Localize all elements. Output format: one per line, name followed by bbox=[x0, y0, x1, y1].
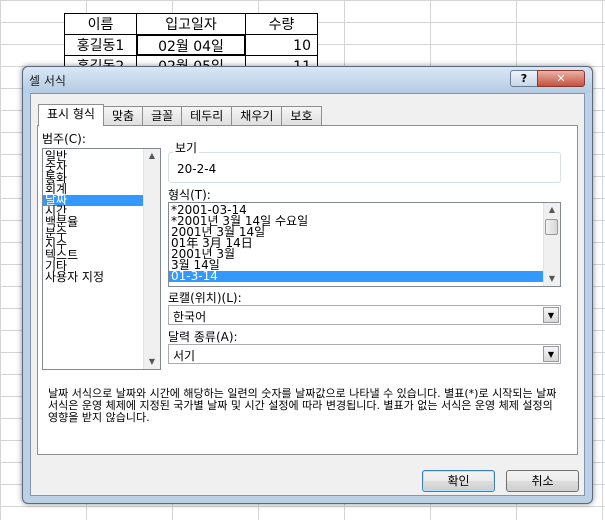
format-cells-dialog: 셀 서식 ? ✕ 표시 형식 맞춤 글꼴 테두리 채우기 보호 범주(C): 일… bbox=[22, 66, 593, 504]
number-format-page: 범주(C): 일반 숫자 통화 회계 날짜 시간 백분율 분수 지수 텍스트 기… bbox=[37, 125, 578, 455]
cell-date-1[interactable]: 02월 04일 bbox=[136, 34, 246, 56]
type-item-selected[interactable]: 01-3-14 bbox=[169, 270, 560, 282]
scroll-up-arrow-icon[interactable]: ▲ bbox=[544, 203, 560, 217]
dialog-title: 셀 서식 bbox=[29, 74, 66, 88]
sample-groupbox: 보기 20-2-4 bbox=[168, 139, 561, 183]
scroll-down-arrow-icon[interactable]: ▼ bbox=[544, 272, 560, 286]
type-item[interactable]: 2001년 3월 bbox=[169, 248, 560, 260]
tab-number-format[interactable]: 표시 형식 bbox=[38, 104, 104, 126]
sample-label: 보기 bbox=[173, 139, 200, 156]
help-button[interactable]: ? bbox=[510, 70, 538, 87]
header-cell-qty[interactable]: 수량 bbox=[245, 13, 318, 35]
calendar-value: 서기 bbox=[173, 349, 196, 363]
locale-value: 한국어 bbox=[173, 310, 207, 324]
type-item[interactable]: 3월 14일 bbox=[169, 259, 560, 271]
format-description: 날짜 서식으로 날짜와 시간에 해당하는 일련의 숫자를 날짜값으로 나타낼 수… bbox=[48, 387, 557, 424]
tab-border[interactable]: 테두리 bbox=[181, 106, 233, 126]
locale-select[interactable]: 한국어 ▼ bbox=[168, 305, 561, 325]
dialog-client-area: 표시 형식 맞춤 글꼴 테두리 채우기 보호 범주(C): 일반 숫자 통화 회… bbox=[30, 93, 585, 496]
dropdown-arrow-icon[interactable]: ▼ bbox=[543, 346, 559, 362]
scroll-down-arrow-icon[interactable]: ▼ bbox=[144, 355, 160, 369]
tab-font[interactable]: 글꼴 bbox=[142, 106, 183, 126]
type-label: 형식(T): bbox=[168, 188, 211, 202]
tab-alignment[interactable]: 맞춤 bbox=[102, 106, 144, 126]
sample-value: 20-2-4 bbox=[177, 162, 217, 176]
dialog-titlebar[interactable]: 셀 서식 ? ✕ bbox=[23, 67, 592, 93]
type-list[interactable]: *2001-03-14 *2001년 3월 14일 수요일 2001년 3월 1… bbox=[168, 202, 561, 287]
category-scrollbar[interactable]: ▲ ▼ bbox=[143, 149, 160, 369]
category-label: 범주(C): bbox=[42, 132, 86, 146]
scroll-thumb[interactable] bbox=[545, 219, 558, 235]
cell-name-1[interactable]: 홍길동1 bbox=[64, 34, 137, 56]
type-scrollbar[interactable]: ▲ ▼ bbox=[543, 203, 560, 286]
dropdown-arrow-icon[interactable]: ▼ bbox=[543, 307, 559, 323]
scroll-up-arrow-icon[interactable]: ▲ bbox=[144, 149, 160, 163]
cell-qty-1[interactable]: 10 bbox=[245, 34, 318, 56]
cancel-button[interactable]: 취소 bbox=[506, 470, 579, 492]
locale-label: 로캘(위치)(L): bbox=[168, 291, 242, 305]
tab-strip: 표시 형식 맞춤 글꼴 테두리 채우기 보호 bbox=[38, 104, 322, 126]
header-cell-name[interactable]: 이름 bbox=[64, 13, 137, 35]
header-cell-date[interactable]: 입고일자 bbox=[136, 13, 246, 35]
calendar-select[interactable]: 서기 ▼ bbox=[168, 344, 561, 364]
close-button[interactable]: ✕ bbox=[537, 70, 585, 87]
category-list[interactable]: 일반 숫자 통화 회계 날짜 시간 백분율 분수 지수 텍스트 기타 사용자 지… bbox=[42, 148, 161, 370]
tab-fill[interactable]: 채우기 bbox=[231, 106, 283, 126]
type-items: *2001-03-14 *2001년 3월 14일 수요일 2001년 3월 1… bbox=[169, 203, 560, 282]
tab-protection[interactable]: 보호 bbox=[281, 106, 322, 126]
ok-button[interactable]: 확인 bbox=[422, 470, 495, 492]
calendar-label: 달력 종류(A): bbox=[168, 330, 238, 344]
